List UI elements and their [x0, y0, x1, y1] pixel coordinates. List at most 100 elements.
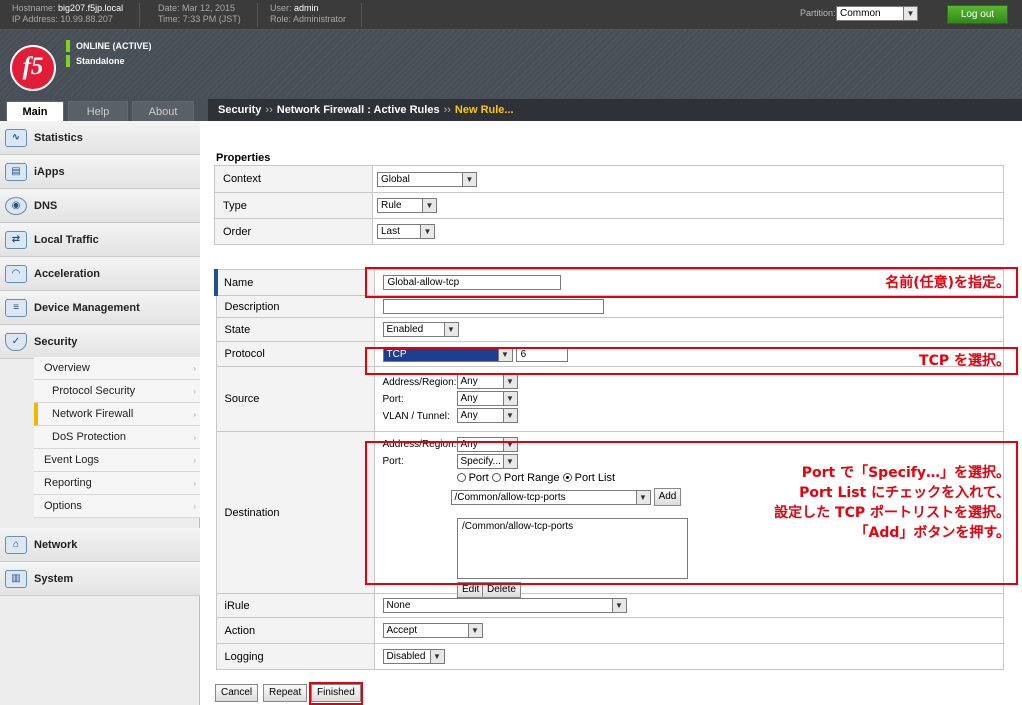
add-button[interactable]: Add [653, 488, 682, 506]
sidebar-item-system[interactable]: ▥ System [0, 562, 200, 596]
repeat-button[interactable]: Repeat [263, 684, 308, 702]
breadcrumb-separator: ›› [443, 104, 451, 116]
user-label: User: [270, 3, 292, 13]
source-vlan-line: VLAN / Tunnel: Any ▼ [383, 408, 1004, 425]
annotation-protocol: TCP を選択。 [919, 353, 1010, 369]
annotation-name: 名前(任意)を指定。 [885, 275, 1010, 291]
destination-label: Destination [215, 431, 375, 594]
action-label: Action [215, 617, 375, 644]
port-list-select[interactable]: /Common/allow-tcp-ports ▼ [450, 489, 651, 505]
host-info: Hostname: big207.f5jp.local IP Address: … [0, 3, 140, 27]
description-cell [373, 295, 1004, 318]
radio-port-list[interactable] [562, 473, 572, 482]
source-cell: Address/Region: Any ▼ Port: Any ▼ VLAN / Tun… [373, 366, 1004, 432]
source-port-select[interactable]: Any ▼ [456, 391, 518, 407]
partition-select[interactable]: Common ▼ [836, 6, 918, 21]
sidebar-sub-reporting[interactable]: Reporting › [34, 472, 200, 495]
radio-port-range-label: Port Range [503, 472, 560, 484]
delete-button[interactable]: Delete [482, 582, 521, 598]
chevron-down-icon: ▼ [502, 392, 517, 406]
irule-label: iRule [215, 593, 375, 618]
sidebar-item-device-management[interactable]: ≡ Device Management [0, 291, 200, 325]
destination-address-select[interactable]: Any ▼ [456, 436, 518, 452]
logging-value: Disabled [386, 651, 426, 662]
port-list-item[interactable]: /Common/allow-tcp-ports [462, 521, 683, 532]
type-row: Type Rule ▼ [214, 192, 1004, 219]
partition-label: Partition: [800, 8, 836, 18]
properties-title: Properties [216, 152, 271, 164]
sidebar-item-network[interactable]: ⌂ Network [0, 528, 200, 562]
sidebar-item-statistics[interactable]: ∿ Statistics [0, 121, 200, 155]
state-select[interactable]: Enabled ▼ [382, 322, 459, 337]
date-label: Date: [158, 3, 180, 13]
source-address-select[interactable]: Any ▼ [456, 374, 518, 390]
port-list-box[interactable]: /Common/allow-tcp-ports [457, 518, 688, 579]
protocol-number-input[interactable]: 6 [515, 346, 568, 362]
destination-port-select[interactable]: Specify... ▼ [456, 453, 518, 469]
chevron-down-icon: ▼ [502, 454, 517, 468]
annotation-destination-line: 設定した TCP ポートリストを選択。 [774, 505, 1010, 521]
chevron-right-icon: › [193, 364, 196, 373]
sidebar-item-iapps[interactable]: ▤ iApps [0, 155, 200, 189]
type-select[interactable]: Rule ▼ [377, 198, 437, 213]
breadcrumb-security[interactable]: Security [218, 104, 261, 116]
state-row: State Enabled ▼ [215, 317, 1004, 342]
edit-button[interactable]: Edit [457, 582, 485, 598]
order-select[interactable]: Last ▼ [377, 224, 435, 239]
chevron-right-icon: › [193, 433, 196, 442]
action-row: Action Accept ▼ [215, 617, 1004, 644]
annotation-destination: Port で「Specify…」を選択。 Port List にチェックを入れて… [690, 463, 1010, 543]
name-label: Name [214, 269, 375, 296]
tab-help[interactable]: Help [68, 101, 128, 121]
name-input[interactable]: Global-allow-tcp [382, 275, 561, 290]
sidebar: ∿ Statistics ▤ iApps ◉ DNS ⇄ Local Traffic ◠… [0, 121, 200, 705]
role-value: Administrator [293, 14, 347, 24]
user-value: admin [294, 3, 319, 13]
source-vlan-label: VLAN / Tunnel: [382, 410, 450, 422]
sidebar-sub-protocol-security[interactable]: Protocol Security › [34, 380, 200, 403]
system-icon: ▥ [5, 570, 27, 588]
chevron-right-icon: › [193, 502, 196, 511]
sidebar-sub-label: DoS Protection [52, 431, 126, 443]
logging-select[interactable]: Disabled ▼ [382, 649, 445, 664]
tab-main[interactable]: Main [6, 101, 64, 121]
sidebar-sub-label: Options [44, 500, 82, 512]
sidebar-item-local-traffic[interactable]: ⇄ Local Traffic [0, 223, 200, 257]
radio-port-range[interactable] [491, 473, 501, 482]
sidebar-item-label: Local Traffic [34, 234, 99, 246]
source-vlan-select[interactable]: Any ▼ [456, 408, 518, 424]
tab-about[interactable]: About [132, 101, 194, 121]
irule-value: None [386, 600, 411, 611]
finished-button[interactable]: Finished [311, 684, 361, 702]
description-label: Description [215, 295, 375, 318]
logout-button[interactable]: Log out [947, 5, 1008, 24]
shield-icon: ✓ [5, 333, 27, 351]
sidebar-item-dns[interactable]: ◉ DNS [0, 189, 200, 223]
sidebar-item-security[interactable]: ✓ Security [0, 325, 200, 359]
description-input[interactable] [382, 299, 604, 314]
irule-select[interactable]: None ▼ [382, 598, 627, 613]
sidebar-sub-dos-protection[interactable]: DoS Protection › [34, 426, 200, 449]
context-select[interactable]: Global ▼ [377, 171, 477, 187]
destination-port-label: Port: [382, 456, 404, 467]
sidebar-item-acceleration[interactable]: ◠ Acceleration [0, 257, 200, 291]
sidebar-item-label: DNS [34, 200, 58, 212]
order-row: Order Last ▼ [214, 218, 1004, 245]
protocol-select[interactable]: TCP ▼ [382, 346, 513, 362]
annotation-destination-line: Port で「Specify…」を選択。 [801, 465, 1010, 481]
sidebar-sub-options[interactable]: Options › [34, 495, 200, 518]
radio-port[interactable] [456, 473, 466, 482]
logging-label: Logging [215, 643, 375, 670]
action-select[interactable]: Accept ▼ [382, 623, 483, 638]
breadcrumb-active-rules[interactable]: Network Firewall : Active Rules [277, 104, 440, 116]
datetime-info: Date: Mar 12, 2015 Time: 7:33 PM (JST) [146, 3, 258, 27]
sidebar-sub-label: Overview [44, 362, 90, 374]
time-label: Time: [158, 14, 181, 24]
chevron-down-icon: ▼ [462, 172, 476, 186]
chevron-down-icon: ▼ [497, 347, 512, 361]
sidebar-sub-event-logs[interactable]: Event Logs › [34, 449, 200, 472]
sidebar-sub-network-firewall[interactable]: Network Firewall › [34, 403, 200, 426]
cancel-button[interactable]: Cancel [215, 684, 259, 702]
annotation-destination-line: 「Add」ボタンを押す。 [854, 525, 1010, 541]
sidebar-sub-overview[interactable]: Overview › [34, 357, 200, 380]
